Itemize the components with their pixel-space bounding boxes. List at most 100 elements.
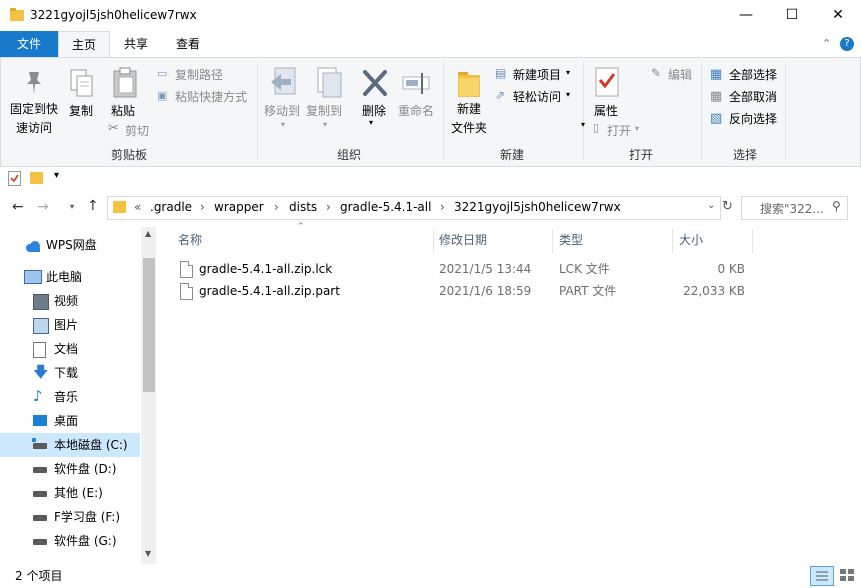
copy-button[interactable]: 复制 [69,102,93,119]
move-to-icon [269,66,299,103]
breadcrumb-separator: › [440,200,445,214]
forward-button[interactable]: → [37,199,49,215]
column-header-modified[interactable]: 修改日期 [439,229,487,251]
nav-item-documents[interactable]: 文档 [0,337,140,361]
nav-label: 下载 [54,366,79,380]
nav-item-drive-g[interactable]: 软件盘 (G:) [0,529,140,553]
maximize-button[interactable]: ☐ [769,0,815,31]
paste-shortcut-button[interactable]: 粘贴快捷方式 [175,88,247,105]
recent-locations-icon[interactable]: ▾ [70,202,74,211]
invert-selection-button[interactable]: 反向选择 [729,110,777,127]
video-icon [33,294,49,310]
folder-icon [10,8,24,21]
delete-button[interactable]: 删除 [362,102,386,119]
tab-view[interactable]: 查看 [162,31,214,57]
details-view-icon[interactable] [810,566,834,586]
breadcrumb-gradle[interactable]: .gradle [150,200,192,214]
easy-access-button[interactable]: 轻松访问 [513,88,561,105]
help-icon[interactable]: ? [840,37,854,51]
nav-item-drive-d[interactable]: 软件盘 (D:) [0,457,140,481]
column-divider[interactable] [752,229,753,253]
move-to-button[interactable]: 移动到 [264,102,300,119]
edit-button[interactable]: 编辑 [668,66,692,83]
rename-icon [401,70,431,101]
paste-icon [111,66,139,101]
nav-item-downloads[interactable]: 🡇 下载 [0,361,140,385]
column-header-type[interactable]: 类型 [559,229,583,251]
new-item-button[interactable]: 新建项目 [513,66,561,83]
nav-item-drive-c[interactable]: 本地磁盘 (C:) [0,433,140,457]
scroll-down-icon[interactable]: ▼ [145,549,151,558]
search-icon[interactable]: ⚲ [832,199,841,213]
up-button[interactable]: ↑ [87,198,99,214]
nav-item-videos[interactable]: 视频 [0,289,140,313]
nav-item-pictures[interactable]: 图片 [0,313,140,337]
scroll-up-icon[interactable]: ▲ [145,229,151,238]
column-divider[interactable] [552,229,553,253]
tab-share[interactable]: 共享 [110,31,162,57]
file-row[interactable]: gradle-5.4.1-all.zip.lck 2021/1/5 13:44 … [172,258,762,280]
nav-item-drive-e[interactable]: 其他 (E:) [0,481,140,505]
ribbon-divider [443,62,444,160]
nav-item-drive-f[interactable]: F学习盘 (F:) [0,505,140,529]
navigation-pane: WPS网盘 此电脑 视频 图片 文档 🡇 下载 ♪ 音乐 桌面 本地磁盘 (C:… [0,227,156,564]
back-button[interactable]: ← [12,199,24,215]
column-divider[interactable] [672,229,673,253]
new-item-icon: ▤ [495,66,507,80]
collapse-ribbon-icon[interactable]: ⌃ [822,37,831,50]
tab-file[interactable]: 文件 [0,31,58,57]
new-folder-quick-icon[interactable] [30,172,43,184]
delete-dropdown-icon[interactable]: ▾ [369,118,373,127]
nav-item-music[interactable]: ♪ 音乐 [0,385,140,409]
minimize-button[interactable]: — [723,0,769,31]
copy-to-dropdown-icon[interactable]: ▾ [323,120,327,129]
copy-icon [69,68,95,101]
open-button[interactable]: 打开 [607,122,631,139]
properties-quick-icon[interactable] [8,171,21,186]
paste-shortcut-icon: ▣ [157,89,168,102]
select-all-icon: ▦ [710,67,723,82]
move-to-dropdown-icon[interactable]: ▾ [281,120,285,129]
file-row[interactable]: gradle-5.4.1-all.zip.part 2021/1/6 18:59… [172,280,762,302]
new-item-dropdown-icon[interactable]: ▾ [566,68,570,77]
copy-path-button[interactable]: 复制路径 [175,66,223,83]
copy-to-button[interactable]: 复制到 [306,102,342,119]
breadcrumb-wrapper[interactable]: wrapper [214,200,264,214]
column-header-name[interactable]: 名称 [178,229,202,251]
breadcrumb-dists[interactable]: dists [289,200,317,214]
nav-label: 文档 [54,342,79,356]
column-divider[interactable] [433,229,434,253]
column-header-size[interactable]: 大小 [679,229,703,251]
address-dropdown-icon[interactable]: ⌄ [707,200,715,211]
nav-item-desktop[interactable]: 桌面 [0,409,140,433]
tab-home[interactable]: 主页 [58,31,110,57]
pin-quick-access-button[interactable]: 固定到快 速访问 [10,100,58,136]
customize-quick-access-icon[interactable]: ▾ [54,170,59,181]
cut-button[interactable]: 剪切 [125,122,149,139]
refresh-icon[interactable]: ↻ [722,199,733,214]
new-folder-button[interactable]: 新建 文件夹 [451,100,487,136]
clipboard-group-label: 剪贴板 [110,148,147,162]
large-icons-view-icon[interactable] [838,566,856,584]
properties-dropdown-icon[interactable]: ▾ [581,120,585,129]
breadcrumb-separator: › [326,200,331,214]
open-dropdown-icon[interactable]: ▾ [635,124,639,133]
picture-icon [33,318,49,334]
paste-button[interactable]: 粘贴 [111,102,135,119]
properties-icon [594,66,620,101]
file-modified: 2021/1/6 18:59 [439,284,532,298]
search-input[interactable]: 搜索"322... ⚲ [741,196,848,220]
address-overflow[interactable]: « [134,200,141,214]
select-none-button[interactable]: 全部取消 [729,88,777,105]
nav-scrollbar-thumb[interactable] [143,258,155,392]
nav-item-this-pc[interactable]: 此电脑 [0,265,140,289]
easy-access-dropdown-icon[interactable]: ▾ [566,90,570,99]
address-bar[interactable]: « .gradle › wrapper › dists › gradle-5.4… [107,196,721,220]
nav-item-wps-cloud[interactable]: WPS网盘 [0,233,140,257]
select-all-button[interactable]: 全部选择 [729,66,777,83]
close-button[interactable]: ✕ [815,0,861,31]
breadcrumb-current[interactable]: 3221gyojl5jsh0helicew7rwx [454,200,621,214]
rename-button[interactable]: 重命名 [398,102,434,119]
properties-button[interactable]: 属性 [594,102,618,119]
breadcrumb-gradle-version[interactable]: gradle-5.4.1-all [340,200,431,214]
